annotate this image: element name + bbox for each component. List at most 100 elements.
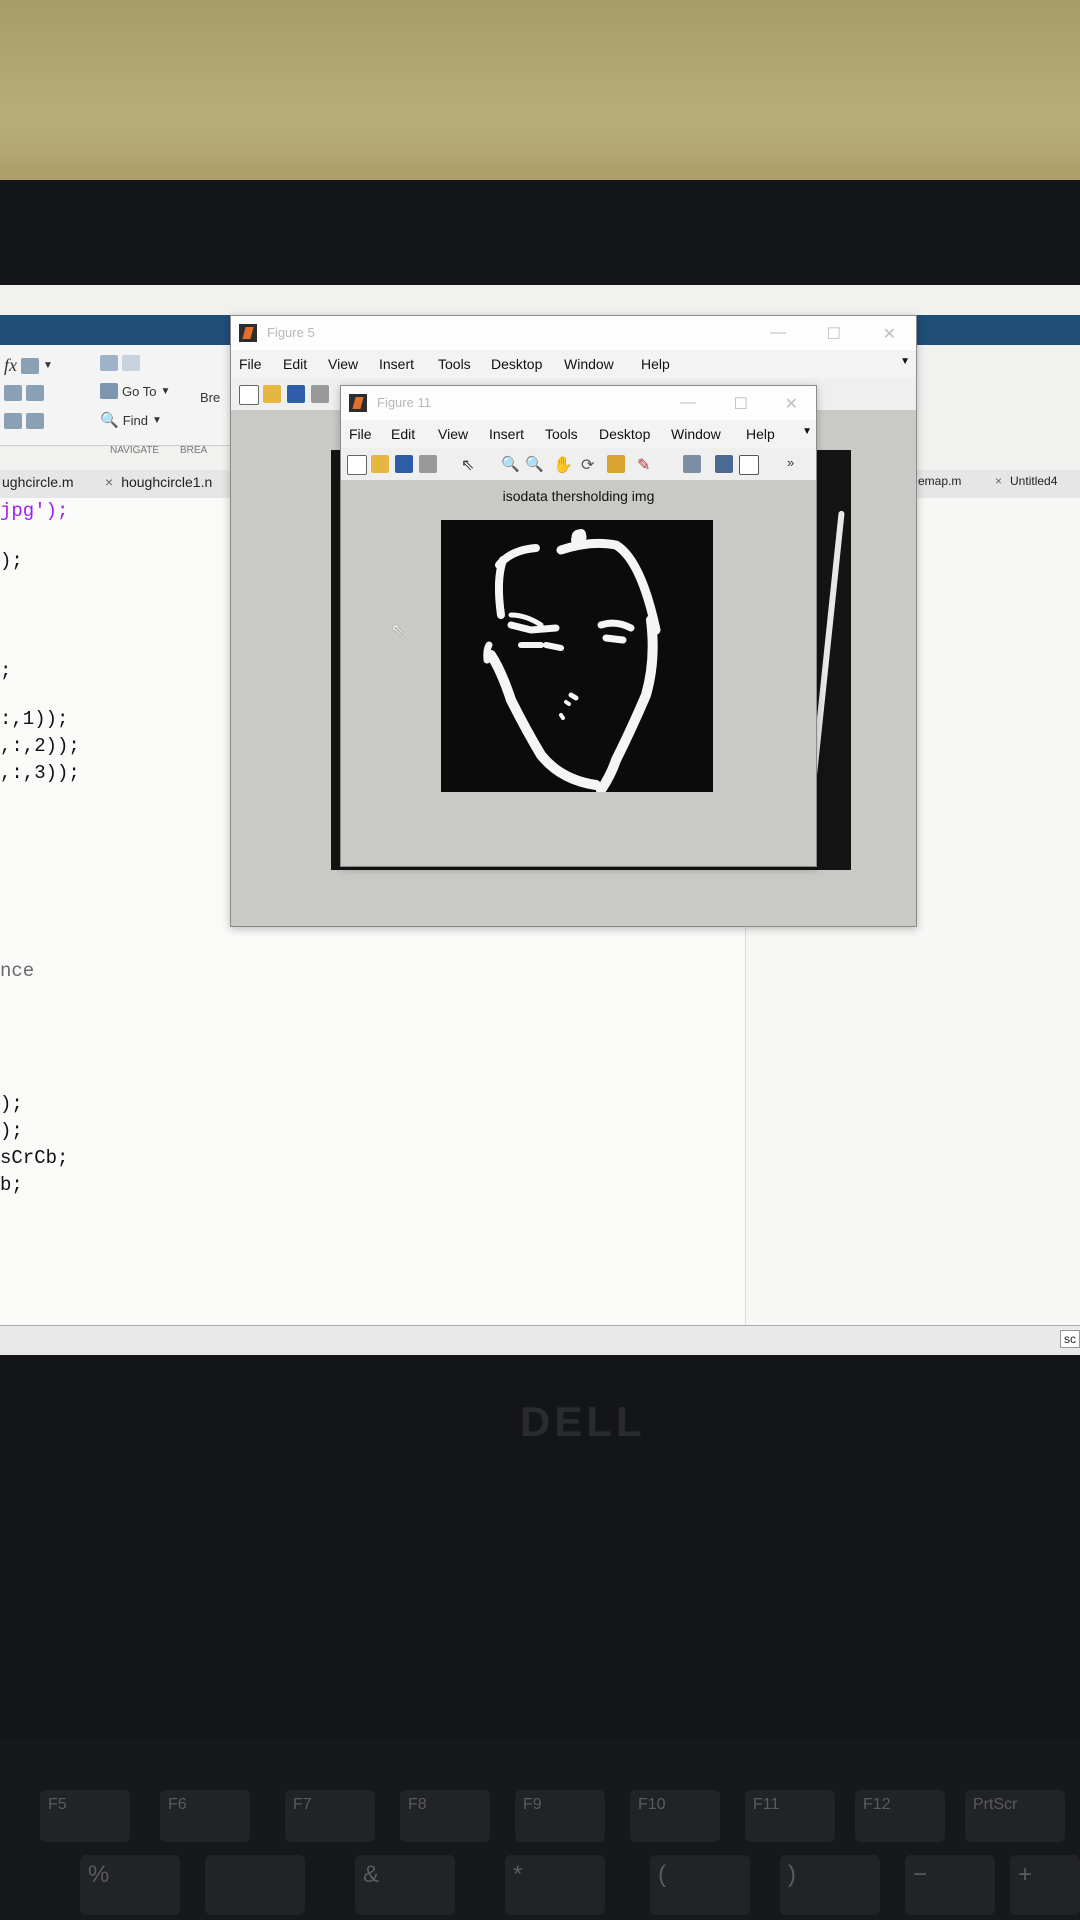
indent-button[interactable] — [4, 385, 44, 401]
code-line: :,1)); — [0, 708, 69, 730]
insert-function-button[interactable]: fx ▼ — [4, 355, 53, 376]
key-9[interactable]: ( — [650, 1855, 750, 1915]
code-line: b; — [0, 1174, 23, 1196]
key-f5[interactable]: F5 — [40, 1790, 130, 1842]
key-plus[interactable]: + — [1010, 1855, 1080, 1915]
menu-window[interactable]: Window — [564, 356, 614, 372]
uncomment-icon — [26, 413, 44, 429]
maximize-icon[interactable]: ☐ — [827, 324, 841, 344]
close-icon[interactable]: × — [105, 474, 113, 490]
menu-tools[interactable]: Tools — [438, 356, 471, 372]
key-0[interactable]: ) — [780, 1855, 880, 1915]
new-figure-icon[interactable] — [239, 385, 259, 405]
print-icon[interactable] — [311, 385, 329, 403]
zoom-in-icon[interactable]: 🔍 — [501, 455, 520, 473]
figure11-menubar: File Edit View Insert Tools Desktop Wind… — [341, 420, 816, 448]
new-figure-icon[interactable] — [347, 455, 367, 475]
rotate-icon[interactable]: ⟳ — [581, 455, 599, 474]
menu-overflow-icon[interactable]: ▼ — [802, 426, 812, 437]
key-f7[interactable]: F7 — [285, 1790, 375, 1842]
figure11-title: Figure 11 — [377, 395, 431, 410]
code-line: ); — [0, 1093, 23, 1115]
key-minus[interactable]: − — [905, 1855, 995, 1915]
menu-file[interactable]: File — [239, 356, 262, 372]
menu-window[interactable]: Window — [671, 426, 721, 442]
figure5-titlebar[interactable]: Figure 5 — ☐ ✕ — [231, 316, 916, 350]
figure5-menubar: File Edit View Insert Tools Desktop Wind… — [231, 350, 916, 378]
key-7[interactable]: & — [355, 1855, 455, 1915]
pointer-icon[interactable]: ⇖ — [461, 455, 479, 474]
key-f8[interactable]: F8 — [400, 1790, 490, 1842]
menu-help[interactable]: Help — [641, 356, 670, 372]
toolbar-overflow-icon[interactable]: » — [787, 455, 805, 473]
key-f6[interactable]: F6 — [160, 1790, 250, 1842]
search-icon: 🔍 — [100, 412, 119, 429]
pan-icon[interactable]: ✋ — [553, 455, 573, 474]
menu-edit[interactable]: Edit — [391, 426, 415, 442]
print-icon[interactable] — [419, 455, 437, 473]
menu-view[interactable]: View — [438, 426, 468, 442]
matlab-icon — [239, 324, 257, 342]
breakpoints-section-label: BREA — [180, 445, 208, 456]
tab-emap[interactable]: emap.m — [918, 474, 961, 488]
open-file-icon[interactable] — [371, 455, 389, 473]
figure11-window[interactable]: Figure 11 — ☐ ✕ File Edit View Insert To… — [340, 385, 817, 867]
data-cursor-icon[interactable] — [607, 455, 625, 473]
menu-tools[interactable]: Tools — [545, 426, 578, 442]
key-8[interactable]: * — [505, 1855, 605, 1915]
link-plot-icon[interactable] — [683, 455, 701, 473]
maximize-icon[interactable]: ☐ — [734, 394, 748, 414]
menu-desktop[interactable]: Desktop — [491, 356, 542, 372]
comment-icon — [4, 413, 22, 429]
menu-file[interactable]: File — [349, 426, 372, 442]
format-icon — [21, 357, 39, 374]
key-f11[interactable]: F11 — [745, 1790, 835, 1842]
menu-view[interactable]: View — [328, 356, 358, 372]
status-script-label: sc — [1060, 1330, 1080, 1348]
figure11-toolbar: ⇖ 🔍 🔍 ✋ ⟳ ✎ » — [341, 448, 816, 481]
breakpoints-button[interactable]: Bre — [200, 390, 220, 405]
key-prtscr[interactable]: PrtScr — [965, 1790, 1065, 1842]
zoom-out-icon[interactable]: 🔍 — [525, 455, 544, 473]
colorbar-icon[interactable] — [715, 455, 733, 473]
find-button[interactable]: 🔍 Find ▼ — [100, 411, 162, 429]
menu-desktop[interactable]: Desktop — [599, 426, 650, 442]
key-f9[interactable]: F9 — [515, 1790, 605, 1842]
key-f10[interactable]: F10 — [630, 1790, 720, 1842]
save-icon[interactable] — [395, 455, 413, 473]
minimize-icon[interactable]: — — [680, 394, 696, 412]
menu-help[interactable]: Help — [746, 426, 775, 442]
close-icon[interactable]: × — [995, 474, 1002, 488]
code-line: sCrCb; — [0, 1147, 69, 1169]
compare-button[interactable] — [100, 355, 140, 371]
brush-icon[interactable]: ✎ — [637, 455, 655, 474]
key-6[interactable] — [205, 1855, 305, 1915]
dell-logo: DELL — [520, 1398, 646, 1445]
laptop-screen: fx ▼ Go To ▼ 🔍 Find ▼ Bre NAVIGATE BREA … — [0, 285, 1080, 1355]
figure11-titlebar[interactable]: Figure 11 — ☐ ✕ — [341, 386, 816, 420]
tab-untitled4[interactable]: × Untitled4 — [995, 474, 1057, 488]
print-icon — [122, 355, 140, 371]
tab-label: houghcircle1.n — [121, 474, 213, 490]
open-file-icon[interactable] — [263, 385, 281, 403]
key-f12[interactable]: F12 — [855, 1790, 945, 1842]
menu-edit[interactable]: Edit — [283, 356, 307, 372]
key-5[interactable]: % — [80, 1855, 180, 1915]
breakpoints-label: Bre — [200, 390, 221, 405]
goto-button[interactable]: Go To ▼ — [100, 383, 170, 399]
legend-icon[interactable] — [739, 455, 759, 475]
close-icon[interactable]: ✕ — [785, 394, 798, 414]
menu-insert[interactable]: Insert — [489, 426, 524, 442]
goto-label: Go To — [122, 383, 157, 399]
code-line: ,:,3)); — [0, 762, 80, 784]
fx-icon: fx — [4, 355, 17, 375]
comment-button[interactable] — [4, 413, 44, 429]
save-icon[interactable] — [287, 385, 305, 403]
tab-houghcircle1[interactable]: × houghcircle1.n — [105, 474, 212, 490]
menu-insert[interactable]: Insert — [379, 356, 414, 372]
tab-houghcircle[interactable]: ughcircle.m — [2, 474, 74, 490]
chevron-down-icon: ▼ — [43, 360, 53, 371]
minimize-icon[interactable]: — — [770, 324, 786, 342]
menu-overflow-icon[interactable]: ▼ — [900, 356, 910, 367]
close-icon[interactable]: ✕ — [883, 324, 896, 344]
